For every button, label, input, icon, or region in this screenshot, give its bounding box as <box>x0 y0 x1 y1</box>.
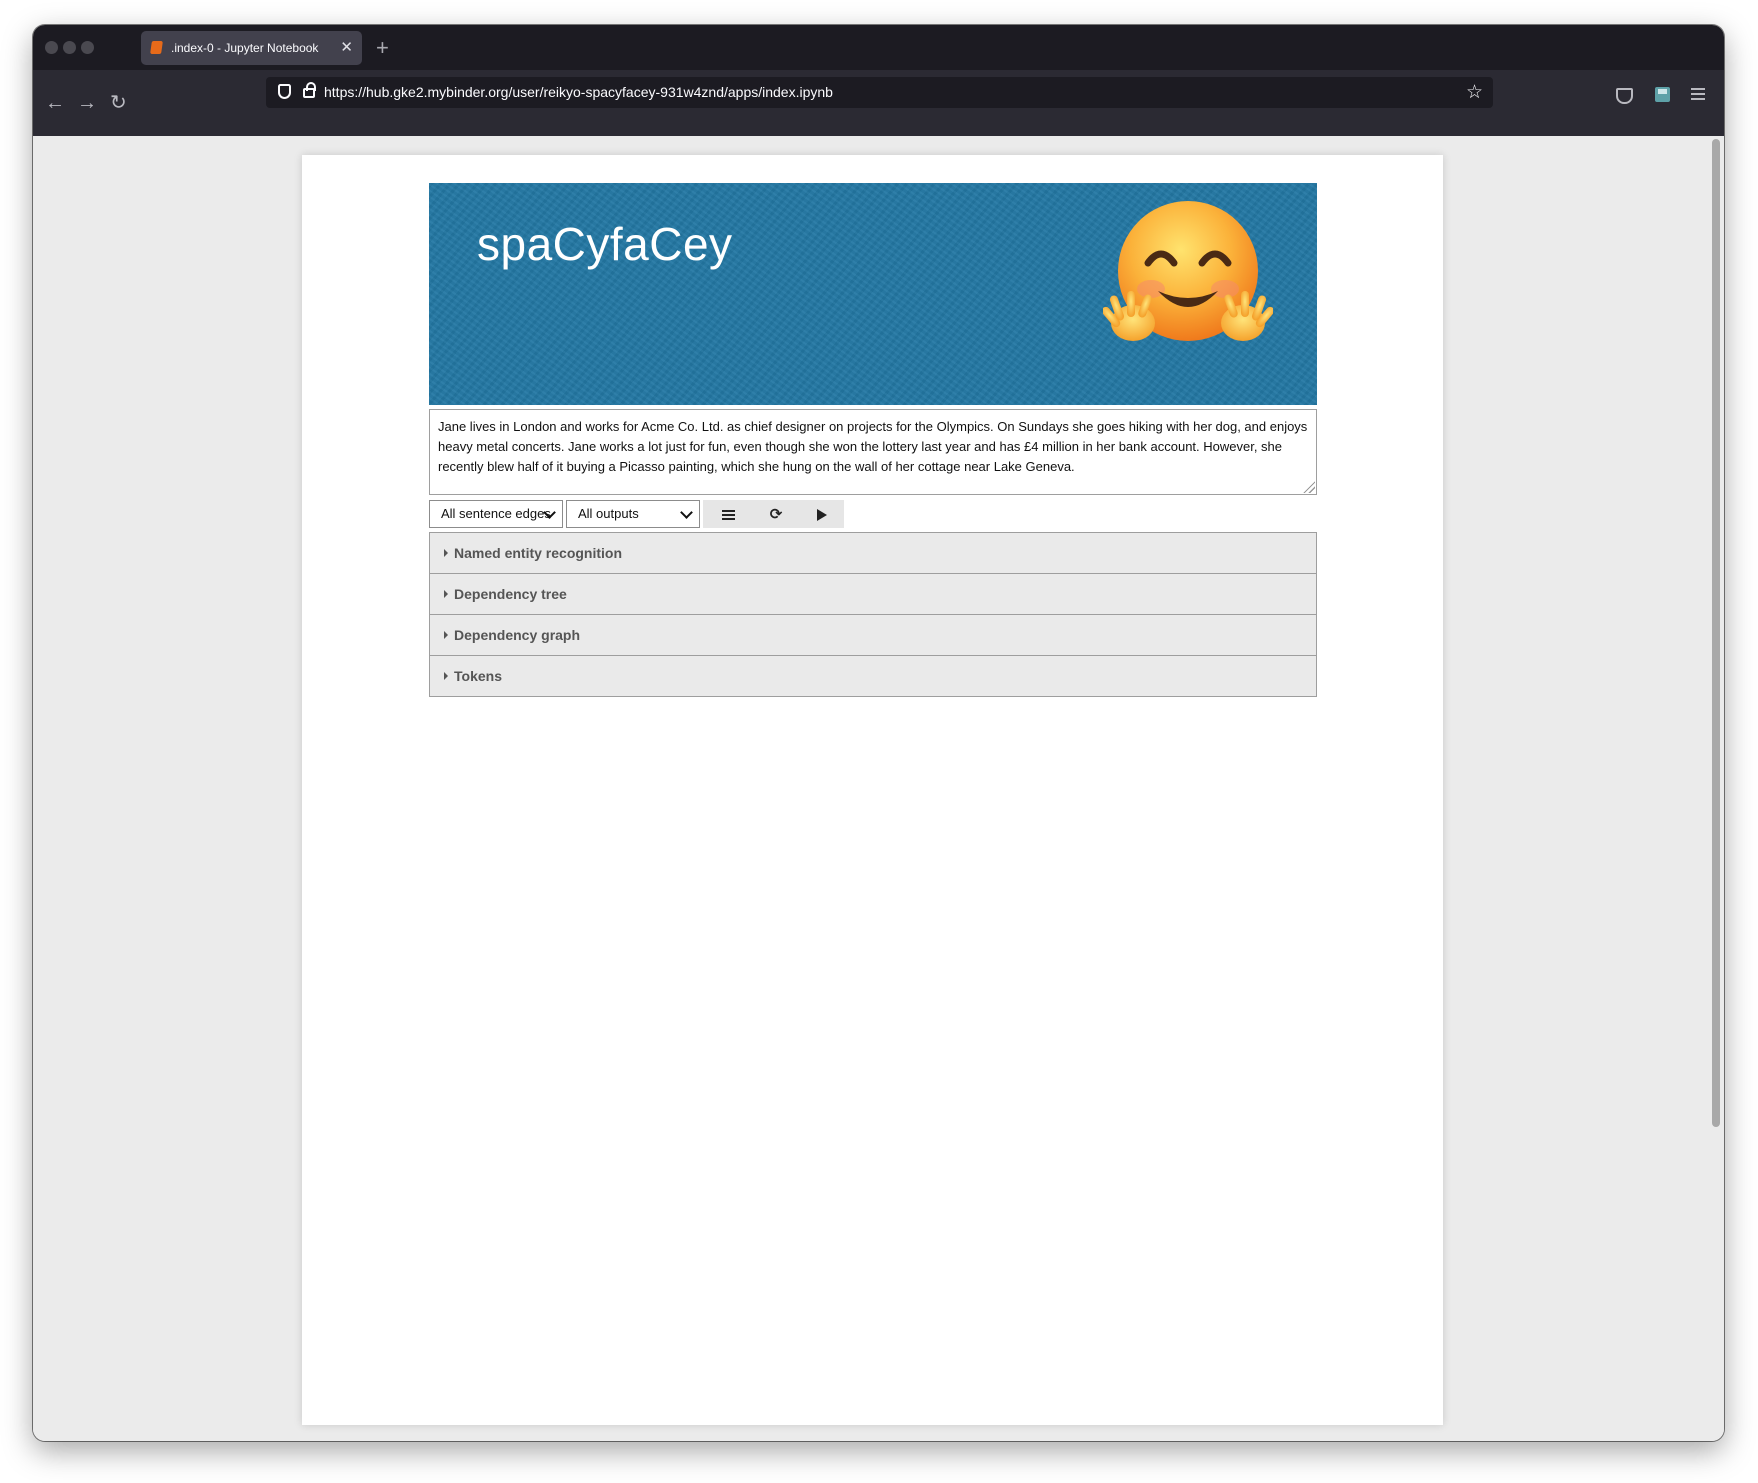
browser-tab[interactable]: .index-0 - Jupyter Notebook ✕ <box>141 31 362 65</box>
hugging-face-icon <box>1103 201 1273 341</box>
chevron-down-icon <box>680 506 693 519</box>
accordion-dependency-graph[interactable]: Dependency graph <box>429 614 1317 656</box>
outputs-value: All outputs <box>578 506 639 521</box>
address-bar[interactable]: https://hub.gke2.mybinder.org/user/reiky… <box>266 77 1493 108</box>
reload-button[interactable]: ↻ <box>110 90 127 116</box>
refresh-button[interactable]: ⟳ <box>751 500 801 528</box>
app-title: spaCyfaCey <box>477 218 733 270</box>
accordion-dependency-tree[interactable]: Dependency tree <box>429 573 1317 615</box>
bookmark-star-icon[interactable]: ☆ <box>1466 77 1483 108</box>
lock-icon[interactable] <box>303 82 316 98</box>
save-extension-icon[interactable] <box>1655 87 1670 102</box>
notebook-icon <box>150 41 163 54</box>
sentence-edges-select[interactable]: All sentence edges <box>429 500 563 528</box>
caret-right-icon <box>444 672 448 680</box>
vertical-scrollbar[interactable] <box>1712 139 1720 1127</box>
accordion-label: Dependency graph <box>454 627 581 643</box>
zoom-window-dot[interactable] <box>81 41 94 54</box>
caret-right-icon <box>444 590 448 598</box>
title-bar: .index-0 - Jupyter Notebook ✕ + <box>33 25 1724 70</box>
refresh-icon: ⟳ <box>769 505 783 523</box>
new-tab-button[interactable]: + <box>376 31 389 65</box>
app-banner: spaCyfaCey <box>429 183 1317 405</box>
caret-right-icon <box>444 549 448 557</box>
resize-handle-icon[interactable] <box>1303 481 1315 493</box>
sentence-edges-value: All sentence edges <box>441 506 551 521</box>
outputs-select[interactable]: All outputs <box>566 500 700 528</box>
caret-right-icon <box>444 631 448 639</box>
input-textarea[interactable]: Jane lives in London and works for Acme … <box>429 409 1317 495</box>
url-text[interactable]: https://hub.gke2.mybinder.org/user/reiky… <box>324 77 833 108</box>
page-viewport: spaCyfaCey Jane lives in London and work… <box>33 136 1724 1441</box>
hamburger-menu-icon[interactable] <box>1691 88 1705 103</box>
list-button[interactable] <box>703 500 753 528</box>
tab-title: .index-0 - Jupyter Notebook <box>171 41 319 55</box>
tracking-shield-icon[interactable] <box>278 84 291 99</box>
run-button[interactable] <box>799 500 844 528</box>
close-window-dot[interactable] <box>45 41 58 54</box>
list-icon <box>722 508 735 522</box>
pocket-icon[interactable] <box>1616 88 1633 104</box>
tab-close-button[interactable]: ✕ <box>340 31 353 65</box>
browser-window: .index-0 - Jupyter Notebook ✕ + ← → ↻ ht… <box>33 25 1724 1441</box>
play-icon <box>816 508 827 521</box>
accordion-label: Named entity recognition <box>454 545 623 561</box>
minimize-window-dot[interactable] <box>63 41 76 54</box>
accordion-named-entity-recognition[interactable]: Named entity recognition <box>429 532 1317 574</box>
accordion-label: Tokens <box>454 668 502 684</box>
accordion-tokens[interactable]: Tokens <box>429 655 1317 697</box>
notebook-page: spaCyfaCey Jane lives in London and work… <box>302 155 1443 1425</box>
accordion-label: Dependency tree <box>454 586 567 602</box>
forward-button[interactable]: → <box>77 90 97 116</box>
back-button[interactable]: ← <box>45 90 65 116</box>
navigation-toolbar: ← → ↻ https://hub.gke2.mybinder.org/user… <box>33 70 1724 136</box>
